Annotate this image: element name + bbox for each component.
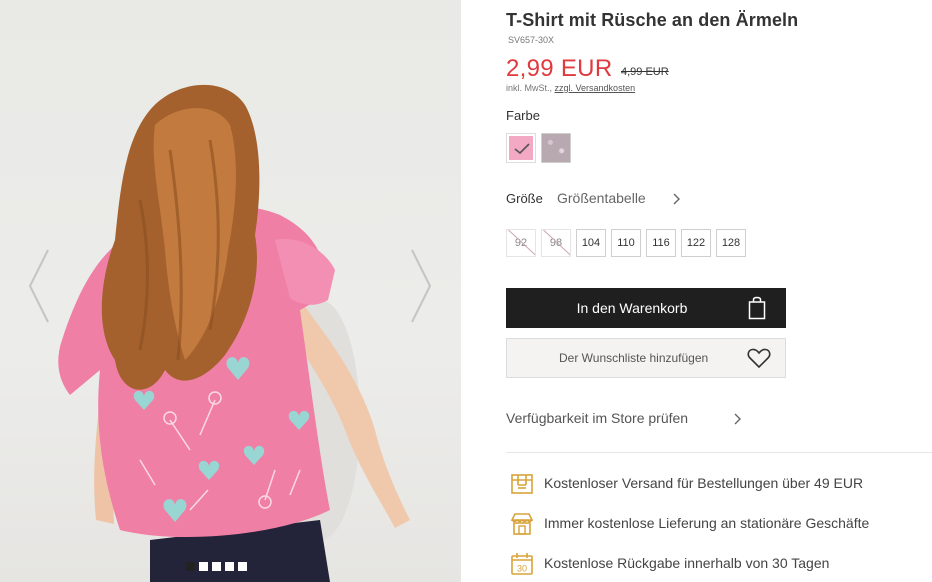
product-title: T-Shirt mit Rüsche an den Ärmeln xyxy=(506,10,799,30)
gallery-pagination xyxy=(186,562,247,571)
tax-text: inkl. MwSt., xyxy=(506,83,553,93)
size-option-116[interactable]: 116 xyxy=(646,229,676,257)
next-image-button[interactable] xyxy=(406,246,436,326)
previous-image-button[interactable] xyxy=(24,246,54,326)
add-to-cart-label: In den Warenkorb xyxy=(576,300,688,316)
size-option-122[interactable]: 122 xyxy=(681,229,711,257)
size-option-128[interactable]: 128 xyxy=(716,229,746,257)
benefit-free-shipping: Kostenloser Versand für Bestellungen übe… xyxy=(506,471,932,497)
tax-note: inkl. MwSt., zzgl. Versandkosten xyxy=(506,83,635,93)
store-icon xyxy=(510,513,534,535)
chevron-right-icon[interactable] xyxy=(732,412,742,426)
color-swatch-grey-pattern[interactable] xyxy=(541,133,571,163)
gallery-dot[interactable] xyxy=(238,562,247,571)
calendar-number: 30 xyxy=(517,564,527,574)
gallery-dot[interactable] xyxy=(212,562,221,571)
gallery-dot[interactable] xyxy=(186,562,195,571)
benefit-free-returns: 30 Kostenlose Rückgabe innerhalb von 30 … xyxy=(506,551,932,577)
divider xyxy=(506,452,932,453)
shipping-costs-link[interactable]: zzgl. Versandkosten xyxy=(555,83,636,93)
add-to-cart-button[interactable]: In den Warenkorb xyxy=(506,288,786,328)
size-option-110[interactable]: 110 xyxy=(611,229,641,257)
benefit-text: Immer kostenlose Lieferung an stationäre… xyxy=(544,515,870,531)
calendar-30-icon: 30 xyxy=(511,553,533,575)
benefit-text: Kostenlose Rückgabe innerhalb von 30 Tag… xyxy=(544,555,830,571)
color-swatch-pink[interactable] xyxy=(506,133,536,163)
check-icon xyxy=(514,143,530,155)
size-label: Größe xyxy=(506,191,543,206)
size-option-92[interactable]: 92 xyxy=(506,229,536,257)
current-price: 2,99 EUR xyxy=(506,55,613,82)
size-chart-link[interactable]: Größentabelle xyxy=(557,190,646,206)
gallery-dot[interactable] xyxy=(225,562,234,571)
delivery-box-icon xyxy=(511,474,533,494)
product-photo xyxy=(58,84,410,582)
add-to-wishlist-button[interactable]: Der Wunschliste hinzufügen xyxy=(506,338,786,378)
wishlist-label: Der Wunschliste hinzufügen xyxy=(559,351,709,365)
chevron-right-icon xyxy=(411,249,432,323)
benefit-text: Kostenloser Versand für Bestellungen übe… xyxy=(544,475,864,491)
chevron-left-icon xyxy=(28,249,49,323)
chevron-right-icon[interactable] xyxy=(671,192,681,206)
color-label: Farbe xyxy=(506,108,540,123)
heart-icon xyxy=(747,348,771,369)
size-option-98[interactable]: 98 xyxy=(541,229,571,257)
product-details: T-Shirt mit Rüsche an den Ärmeln SV657-3… xyxy=(506,0,932,582)
store-availability-link[interactable]: Verfügbarkeit im Store prüfen xyxy=(506,410,688,426)
old-price: 4,99 EUR xyxy=(621,66,669,78)
benefit-store-delivery: Immer kostenlose Lieferung an stationäre… xyxy=(506,511,932,537)
product-sku: SV657-30X xyxy=(508,35,555,45)
gallery-dot[interactable] xyxy=(199,562,208,571)
product-image-gallery[interactable] xyxy=(0,0,461,582)
size-option-104[interactable]: 104 xyxy=(576,229,606,257)
shopping-bag-icon xyxy=(748,296,766,320)
size-options: 92 98 104 110 116 122 128 xyxy=(506,229,746,257)
